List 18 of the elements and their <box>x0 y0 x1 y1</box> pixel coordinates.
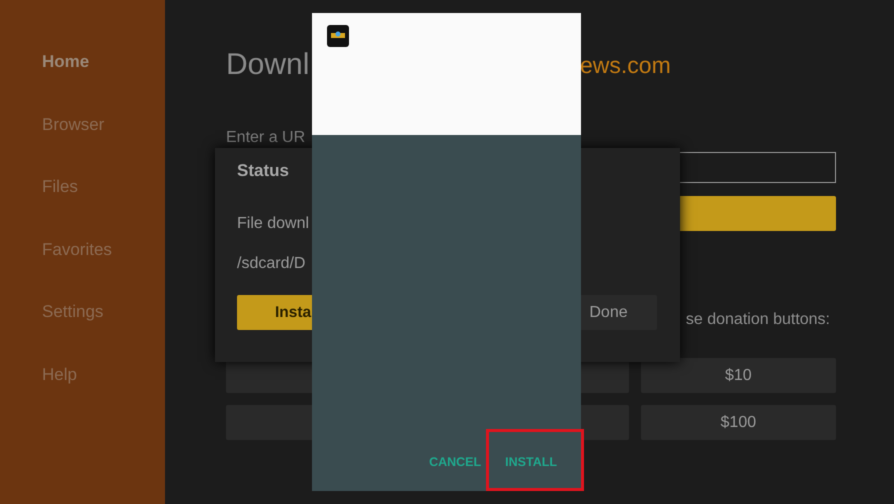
sidebar-item[interactable]: Settings <box>0 302 165 365</box>
app-icon <box>327 25 349 47</box>
status-message: File downl <box>237 215 310 234</box>
sidebar-item[interactable]: Home <box>0 52 165 115</box>
dialog-button[interactable]: INSTALL <box>499 449 563 475</box>
file-path: /sdcard/D <box>237 255 306 274</box>
sidebar-item[interactable]: Help <box>0 364 165 428</box>
donation-button[interactable]: $100 <box>640 405 836 440</box>
dialog-title: Status <box>237 161 289 182</box>
donation-button[interactable]: $10 <box>640 358 836 393</box>
sidebar-item[interactable]: Browser <box>0 114 165 178</box>
page-title: Downl <box>226 48 310 81</box>
dialog-button[interactable]: CANCEL <box>423 449 488 475</box>
sidebar-item[interactable]: Files <box>0 177 165 240</box>
website-link[interactable]: ews.com <box>580 52 671 79</box>
sidebar-item[interactable]: Favorites <box>0 240 165 302</box>
donation-text: se donation buttons: <box>686 311 830 328</box>
url-label: Enter a UR <box>226 129 306 148</box>
